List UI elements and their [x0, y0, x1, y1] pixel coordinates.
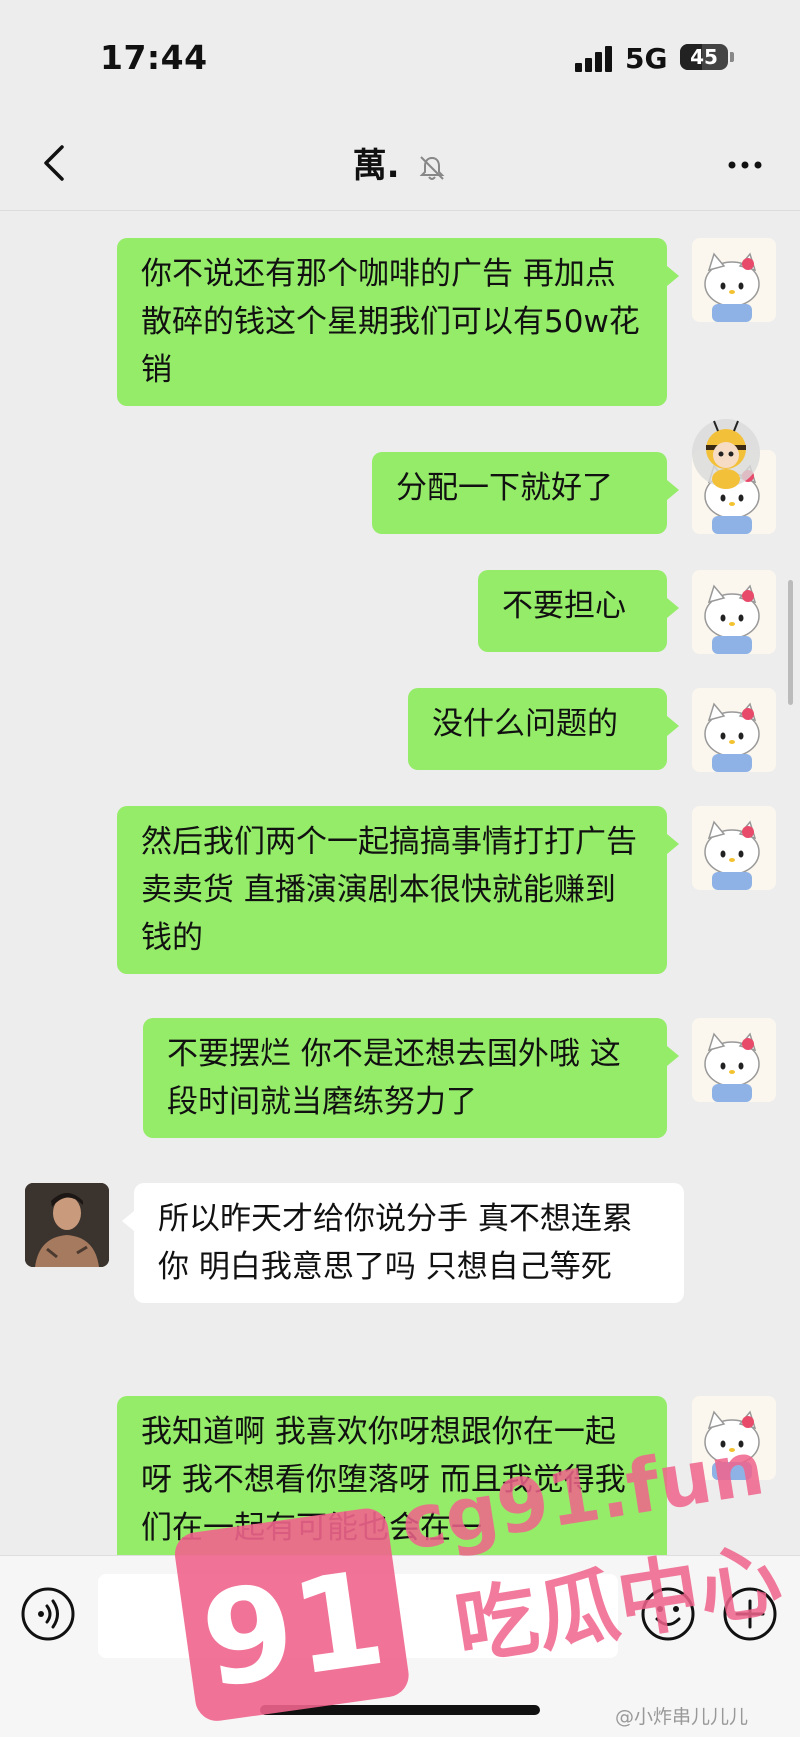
- message-bubble-sent[interactable]: 分配一下就好了: [372, 452, 679, 534]
- hello-kitty-avatar-icon: [692, 1396, 776, 1480]
- my-avatar[interactable]: [692, 238, 776, 322]
- my-avatar[interactable]: [692, 688, 776, 772]
- my-avatar[interactable]: [692, 806, 776, 890]
- chat-header: 萬.: [0, 120, 800, 211]
- hello-kitty-avatar-icon: [692, 1018, 776, 1102]
- battery-tip: [730, 52, 734, 62]
- mute-bell-icon: [419, 155, 445, 180]
- chat-scrollbar[interactable]: [788, 580, 793, 705]
- weibo-credit: @小炸串儿儿儿: [615, 1706, 749, 1728]
- hello-kitty-avatar-icon: [692, 238, 776, 322]
- message-bubble-sent[interactable]: 你不说还有那个咖啡的广告 再加点散碎的钱这个星期我们可以有50w花销: [117, 238, 679, 406]
- message-bubble-sent[interactable]: 不要担心: [478, 570, 679, 652]
- message-input[interactable]: [98, 1574, 618, 1658]
- message-bubble-sent[interactable]: 我知道啊 我喜欢你呀想跟你在一起呀 我不想看你堕落呀 而且我觉得我们在一起有可能…: [117, 1396, 667, 1566]
- more-options-icon[interactable]: [720, 140, 770, 190]
- message-bubble-sent[interactable]: 不要摆烂 你不是还想去国外哦 这段时间就当磨练努力了: [143, 1018, 679, 1138]
- my-avatar[interactable]: [692, 570, 776, 654]
- message-bubble-sent[interactable]: 然后我们两个一起搞搞事情打打广告卖卖货 直播演演剧本很快就能赚到钱的: [117, 806, 679, 974]
- bee-doll-sticker-icon: [692, 419, 760, 489]
- status-bar: 17:44 5G 45: [0, 0, 800, 120]
- my-avatar[interactable]: [692, 1396, 776, 1480]
- chat-title: 萬.: [352, 146, 400, 186]
- hello-kitty-avatar-icon: [692, 806, 776, 890]
- emoji-icon[interactable]: [640, 1586, 696, 1642]
- my-avatar[interactable]: [692, 1018, 776, 1102]
- message-bubble-sent[interactable]: 没什么问题的: [408, 688, 679, 770]
- hello-kitty-avatar-icon: [692, 688, 776, 772]
- voice-input-icon[interactable]: [20, 1586, 76, 1642]
- hello-kitty-avatar-icon: [692, 570, 776, 654]
- status-time: 17:44: [100, 38, 208, 77]
- signal-icon: [575, 46, 615, 72]
- plus-icon[interactable]: [722, 1586, 778, 1642]
- contact-avatar[interactable]: [25, 1183, 109, 1267]
- message-bubble-received[interactable]: 所以昨天才给你说分手 真不想连累你 明白我意思了吗 只想自己等死: [122, 1183, 684, 1303]
- chat-title-wrap: 萬.: [0, 138, 800, 187]
- home-indicator[interactable]: [260, 1705, 540, 1715]
- battery-level: 45: [690, 45, 718, 69]
- battery-icon: 45: [680, 44, 728, 70]
- person-photo-icon: [25, 1183, 109, 1267]
- network-type: 5G: [625, 42, 668, 75]
